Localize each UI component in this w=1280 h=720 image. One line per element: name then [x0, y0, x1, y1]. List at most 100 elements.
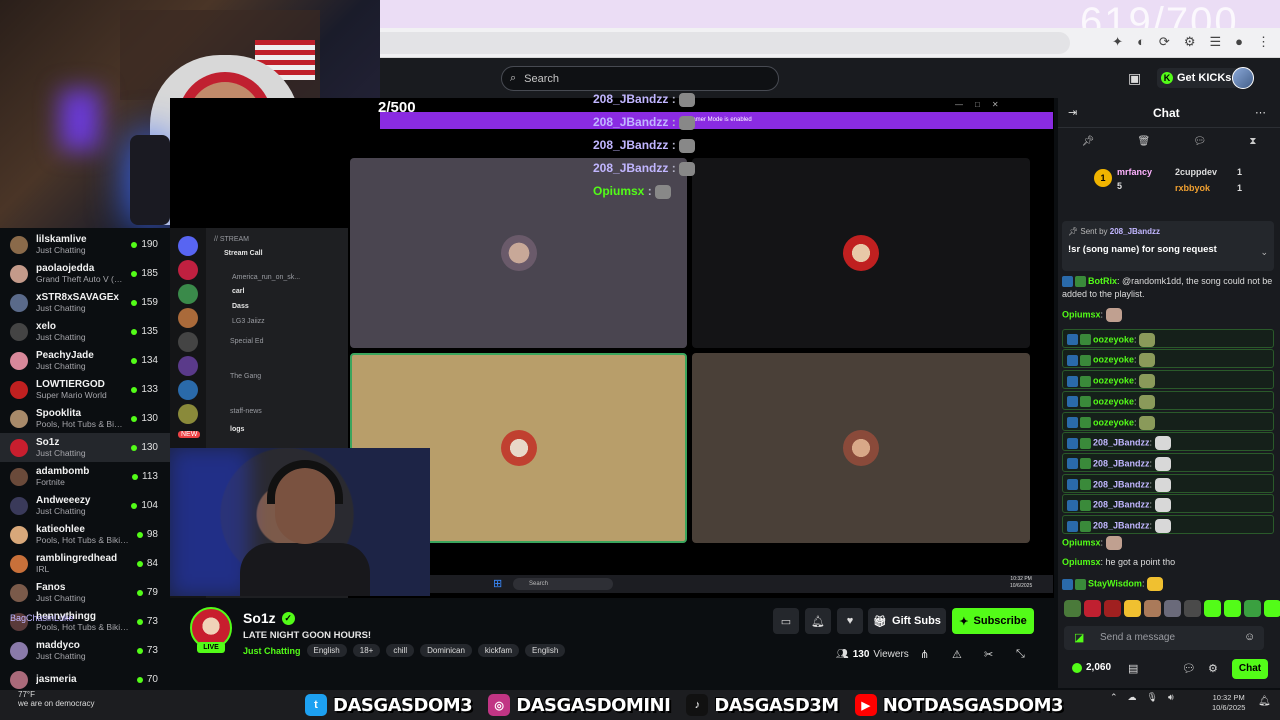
- chat-username[interactable]: Opiumsx: [1062, 557, 1101, 567]
- store-icon[interactable]: ▤: [1128, 662, 1138, 675]
- sidebar-channel[interactable]: Spooklita Pools, Hot Tubs & Bikinis 130: [0, 404, 170, 433]
- chat-message[interactable]: oozeyoke:: [1062, 390, 1274, 410]
- clip-icon[interactable]: ✂: [984, 648, 993, 661]
- extension-icon[interactable]: ⟳: [1159, 34, 1170, 50]
- chat-username[interactable]: 208_JBandzz: [1093, 500, 1150, 510]
- sidebar-channel[interactable]: xelo Just Chatting 135: [0, 317, 170, 346]
- hide-chat-icon[interactable]: ⤡: [1016, 648, 1025, 661]
- sidebar-channel[interactable]: xSTR8xSAVAGEx Just Chatting 159: [0, 288, 170, 317]
- emote-icon[interactable]: [1124, 600, 1141, 617]
- theater-mode-button[interactable]: ▭: [773, 608, 799, 634]
- sidebar-channel[interactable]: Fanos Just Chatting 79: [0, 578, 170, 607]
- emote-icon[interactable]: [1264, 600, 1280, 617]
- channel-name-text[interactable]: So1z: [243, 610, 276, 626]
- share-icon[interactable]: ⋔: [920, 648, 929, 661]
- profile-icon[interactable]: ●: [1235, 34, 1243, 50]
- chat-message[interactable]: Opiumsx:: [1062, 308, 1274, 322]
- follow-button[interactable]: ♥: [837, 608, 863, 634]
- tab-list-icon[interactable]: ☰: [1209, 34, 1221, 50]
- emote-icon[interactable]: [1144, 600, 1161, 617]
- emote-icon[interactable]: [1204, 600, 1221, 617]
- chat-message[interactable]: Opiumsx: he got a point tho: [1062, 556, 1274, 569]
- collapse-chat-icon[interactable]: ⇥: [1068, 106, 1077, 119]
- channel-points[interactable]: 2,060: [1072, 662, 1111, 673]
- url-bar[interactable]: [380, 32, 1070, 54]
- emote-icon[interactable]: [1224, 600, 1241, 617]
- leaderboard-user[interactable]: 2cuppdev: [1175, 167, 1217, 177]
- chat-send-button[interactable]: Chat: [1232, 659, 1268, 679]
- chat-message[interactable]: 208_JBandzz:: [1062, 494, 1274, 514]
- chat-message[interactable]: oozeyoke:: [1062, 349, 1274, 369]
- report-icon[interactable]: ⚠: [952, 648, 962, 661]
- chat-message-input[interactable]: Send a message: [1064, 626, 1264, 650]
- emote-icon[interactable]: [1104, 600, 1121, 617]
- stream-category[interactable]: Just Chatting: [243, 646, 301, 656]
- chat-message[interactable]: oozeyoke:: [1062, 370, 1274, 390]
- sidebar-channel[interactable]: Andweeezy Just Chatting 104: [0, 491, 170, 520]
- chat-username[interactable]: 208_JBandzz: [1093, 479, 1150, 489]
- tag[interactable]: English: [525, 644, 566, 657]
- pinned-user[interactable]: 208_JBandzz: [1110, 227, 1160, 236]
- channel-name[interactable]: So1z ✓: [243, 610, 295, 626]
- tag[interactable]: chill: [386, 644, 415, 657]
- tag[interactable]: kickfam: [477, 644, 520, 657]
- chat-username[interactable]: Opiumsx: [1062, 537, 1101, 547]
- sidebar-channel[interactable]: maddyco Just Chatting 73: [0, 636, 170, 665]
- sidebar-channel[interactable]: lilskamlive Just Chatting 190: [0, 230, 170, 259]
- chat-message[interactable]: Opiumsx:: [1062, 535, 1274, 550]
- chat-username[interactable]: Opiumsx: [1062, 309, 1101, 319]
- chat-username[interactable]: oozeyoke: [1093, 334, 1134, 344]
- tag[interactable]: English: [306, 644, 347, 657]
- emote-icon[interactable]: [1244, 600, 1261, 617]
- extension-icon[interactable]: ⚙: [1184, 34, 1196, 50]
- emote-icon[interactable]: [1064, 600, 1081, 617]
- store-icon[interactable]: ▣: [1128, 70, 1141, 87]
- leaderboard-user[interactable]: mrfancy: [1117, 167, 1152, 177]
- extension-icon[interactable]: ✦: [1112, 34, 1123, 50]
- chat-bubble-icon[interactable]: 💬︎: [1193, 136, 1206, 147]
- chat-message[interactable]: oozeyoke:: [1062, 411, 1274, 431]
- leaderboard-user[interactable]: rxbbyok: [1175, 183, 1210, 193]
- emoji-icon[interactable]: ☺: [1244, 631, 1255, 643]
- subscribe-button[interactable]: ✦ Subscribe: [952, 608, 1034, 634]
- sidebar-channel[interactable]: LOWTIERGOD Super Mario World 133: [0, 375, 170, 404]
- chat-message[interactable]: 208_JBandzz:: [1062, 452, 1274, 472]
- chat-message[interactable]: 208_JBandzz:: [1062, 473, 1274, 493]
- extension-icon[interactable]: ◐: [1137, 34, 1145, 50]
- trash-icon[interactable]: 🗑︎: [1138, 136, 1151, 147]
- tag[interactable]: 18+: [352, 644, 381, 657]
- chat-username[interactable]: BotRix: [1088, 276, 1117, 286]
- user-avatar[interactable]: [1232, 67, 1254, 89]
- hourglass-icon[interactable]: ⧗: [1249, 136, 1256, 147]
- chat-username[interactable]: 208_JBandzz: [1093, 520, 1150, 530]
- pinned-message[interactable]: 📌︎ Sent by 208_JBandzz !sr (song name) f…: [1062, 221, 1274, 271]
- chat-username[interactable]: 208_JBandzz: [1093, 438, 1150, 448]
- chat-message[interactable]: 208_JBandzz:: [1062, 432, 1274, 452]
- emote-icon[interactable]: [1164, 600, 1181, 617]
- emote-icon[interactable]: [1084, 600, 1101, 617]
- chat-message[interactable]: BotRix: @randomk1dd, the song could not …: [1062, 275, 1274, 301]
- gift-subs-button[interactable]: 🎁︎ Gift Subs: [868, 608, 946, 634]
- chat-username[interactable]: StayWisdom: [1088, 578, 1142, 588]
- sidebar-channel[interactable]: PeachyJade Just Chatting 134: [0, 346, 170, 375]
- chat-username[interactable]: 208_JBandzz: [1093, 458, 1150, 468]
- chevron-down-icon[interactable]: ⌄: [1260, 247, 1268, 258]
- gear-icon[interactable]: ⚙: [1208, 662, 1218, 675]
- notifications-button[interactable]: 🔔︎: [805, 608, 831, 634]
- sidebar-channel[interactable]: paolaojedda Grand Theft Auto V (G... 185: [0, 259, 170, 288]
- chat-bubble-icon[interactable]: 💬︎: [1182, 662, 1196, 675]
- get-kicks-button[interactable]: K Get KICKs: [1157, 68, 1240, 88]
- sidebar-channel[interactable]: ramblingredhead IRL 84: [0, 549, 170, 578]
- sidebar-channel[interactable]: So1z Just Chatting 130: [0, 433, 170, 462]
- chat-username[interactable]: oozeyoke: [1093, 355, 1134, 365]
- sidebar-channel[interactable]: adambomb Fortnite 113: [0, 462, 170, 491]
- menu-icon[interactable]: ⋮: [1257, 34, 1270, 50]
- tag[interactable]: Dominican: [420, 644, 472, 657]
- chat-username[interactable]: oozeyoke: [1093, 417, 1134, 427]
- chat-message[interactable]: oozeyoke:: [1062, 328, 1274, 348]
- chat-message[interactable]: 208_JBandzz:: [1062, 515, 1274, 534]
- chat-username[interactable]: oozeyoke: [1093, 396, 1134, 406]
- emote-icon[interactable]: [1184, 600, 1201, 617]
- pin-icon[interactable]: 📌︎: [1082, 136, 1095, 147]
- chat-settings-icon[interactable]: ⋯: [1255, 106, 1266, 119]
